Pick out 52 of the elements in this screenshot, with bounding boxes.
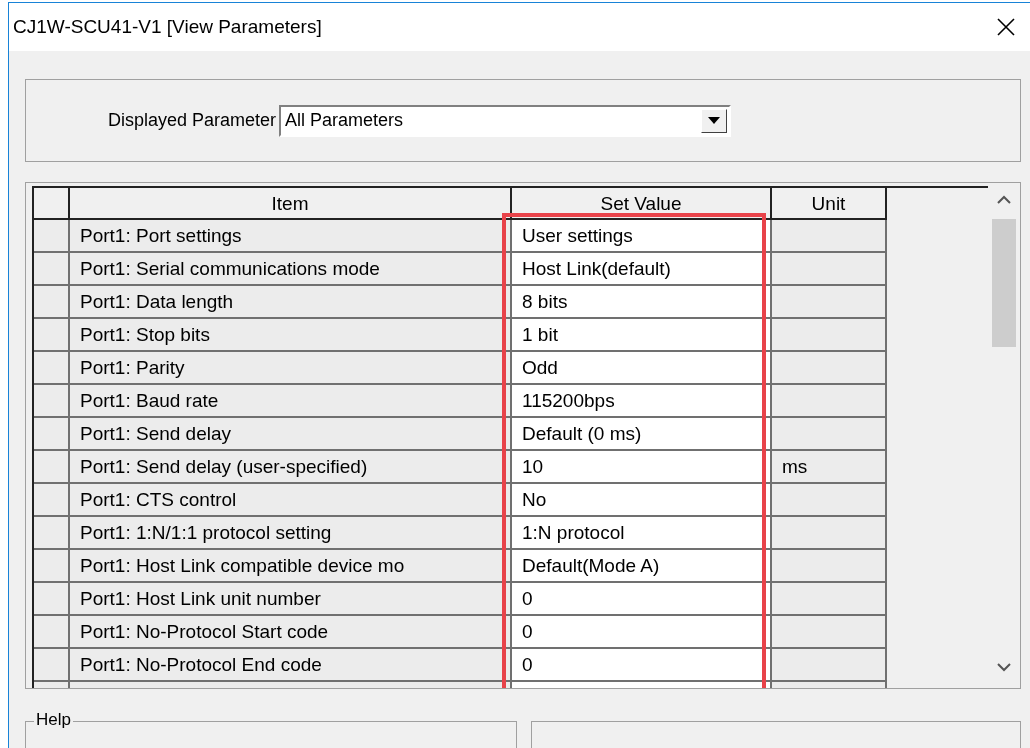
table-cell: Odd <box>512 352 772 386</box>
table-cell: Port1: Baud rate <box>70 385 512 419</box>
table-cell: Port1: Stop bits <box>70 319 512 353</box>
table-cell: User settings <box>512 220 772 254</box>
row-header-cell <box>34 286 70 320</box>
table-cell: Port1: No-Protocol Start code <box>70 616 512 650</box>
row-header-cell <box>34 319 70 353</box>
table-cell: 0 <box>512 583 772 617</box>
scroll-down-icon[interactable] <box>996 661 1012 672</box>
table-cell: Port1: Port settings <box>70 220 512 254</box>
row-header-cell <box>34 253 70 287</box>
table-cell: Host Link(default) <box>512 253 772 287</box>
table-cell: Port1: No-Protocol End code <box>70 649 512 683</box>
table-cell: 0 <box>512 616 772 650</box>
window-title: CJ1W-SCU41-V1 [View Parameters] <box>13 16 322 38</box>
table-cell: No <box>512 484 772 518</box>
close-icon[interactable] <box>996 17 1016 37</box>
table-cell: 8 bits <box>512 286 772 320</box>
row-header-cell <box>34 418 70 452</box>
table-cell: ms <box>772 451 887 485</box>
row-header-cell <box>34 616 70 650</box>
column-header: Item <box>70 188 512 221</box>
row-header-cell <box>34 385 70 419</box>
table-cell: Port1: Send delay (user-specified) <box>70 451 512 485</box>
table-cell: Port1: Host Link compatible device mo <box>70 550 512 584</box>
table-cell: Default(Mode A) <box>512 550 772 584</box>
table-cell: Port1: Host Link unit number <box>70 583 512 617</box>
column-header: Unit <box>772 188 887 221</box>
filter-label: Displayed Parameter <box>108 110 277 131</box>
row-header-cell <box>34 451 70 485</box>
table-cell: Port1: Send delay <box>70 418 512 452</box>
table-cell: Default (0 ms) <box>512 418 772 452</box>
row-header-cell <box>34 517 70 551</box>
row-header-cell <box>34 352 70 386</box>
table-cell: 115200bps <box>512 385 772 419</box>
row-header-cell <box>34 583 70 617</box>
parameter-dropdown[interactable]: All Parameters <box>279 104 732 137</box>
table-cell: 1:N protocol <box>512 517 772 551</box>
table-cell: Port1: Parity <box>70 352 512 386</box>
table-cell: 0 <box>512 649 772 683</box>
table-cell: 1 bit <box>512 319 772 353</box>
dropdown-arrow-icon[interactable] <box>708 117 721 124</box>
table-cell: 10 <box>512 451 772 485</box>
scroll-up-icon[interactable] <box>996 195 1012 206</box>
scroll-thumb[interactable] <box>992 219 1016 348</box>
table-cell: Port1: CTS control <box>70 484 512 518</box>
table-cell: Port1: 1:N/1:1 protocol setting <box>70 517 512 551</box>
row-header-cell <box>34 220 70 254</box>
row-header-cell <box>34 550 70 584</box>
table-cell: Port1: Data length <box>70 286 512 320</box>
table-cell: Port1: Serial communications mode <box>70 253 512 287</box>
row-header-cell <box>34 484 70 518</box>
